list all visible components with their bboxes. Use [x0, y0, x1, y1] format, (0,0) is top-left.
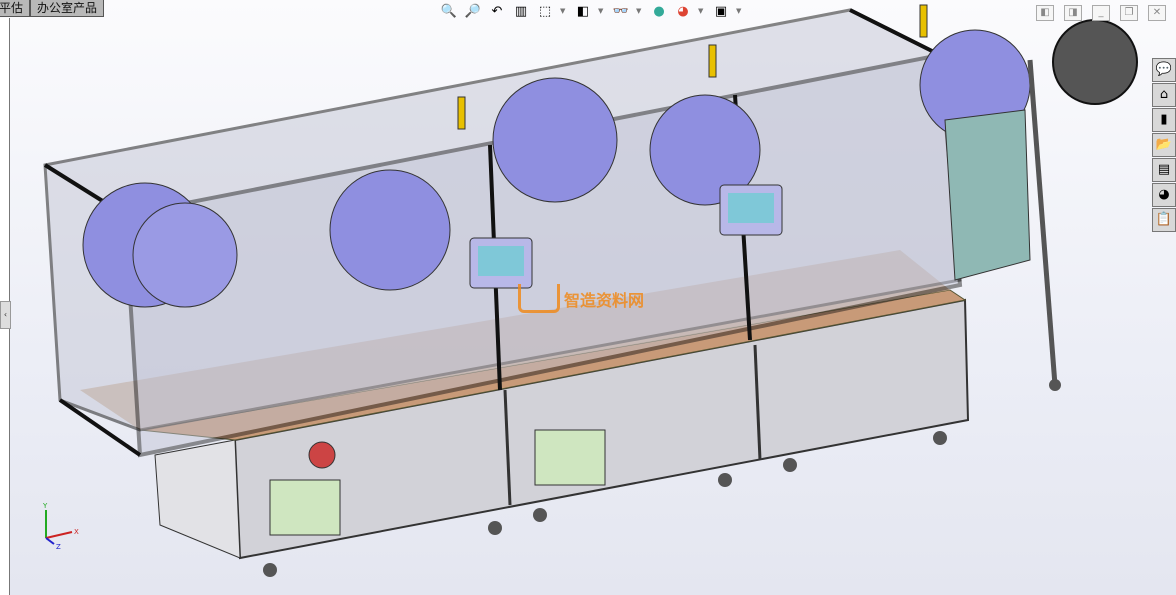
display-style-icon[interactable]: ◧: [574, 2, 592, 20]
hmi-display: [478, 246, 524, 276]
signal-tower: [708, 44, 717, 78]
tab-evaluate[interactable]: 平估: [0, 0, 31, 17]
close-icon[interactable]: ✕: [1148, 5, 1166, 21]
previous-view-icon[interactable]: ↶: [488, 2, 506, 20]
document-tabs: 平估 办公室产品: [0, 0, 105, 17]
zoom-to-fit-icon[interactable]: 🔍: [440, 2, 458, 20]
dropdown-arrow-icon[interactable]: ▼: [636, 7, 644, 15]
edit-appearance-icon[interactable]: ●: [650, 2, 668, 20]
hmi-display: [728, 193, 774, 223]
reel-disc: [1052, 19, 1138, 105]
window-controls: ◧ ◨ _ ❐ ✕: [1036, 5, 1166, 21]
feature-manager-panel-edge: ‹: [0, 18, 11, 595]
view-orientation-icon[interactable]: ⬚: [536, 2, 554, 20]
view-palette-icon[interactable]: ▤: [1152, 158, 1176, 182]
material-disc: [132, 202, 238, 308]
file-explorer-icon[interactable]: 📂: [1152, 133, 1176, 157]
task-pane-tabs: 💬 ⌂ ▮ 📂 ▤ ◕ 📋: [1152, 58, 1176, 232]
triad-x-label: X: [74, 528, 79, 536]
custom-properties-icon[interactable]: 📋: [1152, 208, 1176, 232]
air-regulator-panel: [534, 429, 606, 486]
solidworks-resources-icon[interactable]: 💬: [1152, 58, 1176, 82]
tile-left-icon[interactable]: ◧: [1036, 5, 1054, 21]
watermark-logo-icon: [518, 284, 560, 313]
view-settings-icon[interactable]: ▣: [712, 2, 730, 20]
triad-z-label: Z: [56, 543, 61, 550]
restore-icon[interactable]: ❐: [1120, 5, 1138, 21]
dropdown-arrow-icon[interactable]: ▼: [598, 7, 606, 15]
watermark: 智造资料网: [518, 284, 644, 313]
heads-up-view-toolbar: 🔍 🔎 ↶ ▥ ⬚ ▼ ◧ ▼ 👓 ▼ ● ◕ ▼ ▣ ▼: [440, 2, 744, 20]
side-plate: [944, 109, 1031, 281]
home-icon[interactable]: ⌂: [1152, 83, 1176, 107]
reel-stand: [1027, 59, 1058, 386]
signal-tower: [457, 96, 466, 130]
tab-office-products[interactable]: 办公室产品: [30, 0, 105, 17]
panel-collapse-handle[interactable]: ‹: [0, 301, 11, 329]
watermark-text: 智造资料网: [564, 290, 645, 310]
appearances-icon[interactable]: ◕: [1152, 183, 1176, 207]
dropdown-arrow-icon[interactable]: ▼: [560, 7, 568, 15]
dropdown-arrow-icon[interactable]: ▼: [698, 7, 706, 15]
material-disc: [492, 77, 618, 203]
hide-show-items-icon[interactable]: 👓: [612, 2, 630, 20]
air-regulator-panel: [269, 479, 341, 536]
section-view-icon[interactable]: ▥: [512, 2, 530, 20]
dropdown-arrow-icon[interactable]: ▼: [736, 7, 744, 15]
cabinet-side: [154, 439, 241, 559]
minimize-icon[interactable]: _: [1092, 5, 1110, 21]
apply-scene-icon[interactable]: ◕: [674, 2, 692, 20]
material-disc: [329, 169, 451, 291]
zoom-to-area-icon[interactable]: 🔎: [464, 2, 482, 20]
reference-triad: Y X Z: [42, 502, 79, 550]
emergency-stop: [308, 441, 336, 469]
triad-y-label: Y: [42, 502, 48, 510]
signal-tower: [919, 4, 928, 38]
tile-right-icon[interactable]: ◨: [1064, 5, 1082, 21]
design-library-icon[interactable]: ▮: [1152, 108, 1176, 132]
